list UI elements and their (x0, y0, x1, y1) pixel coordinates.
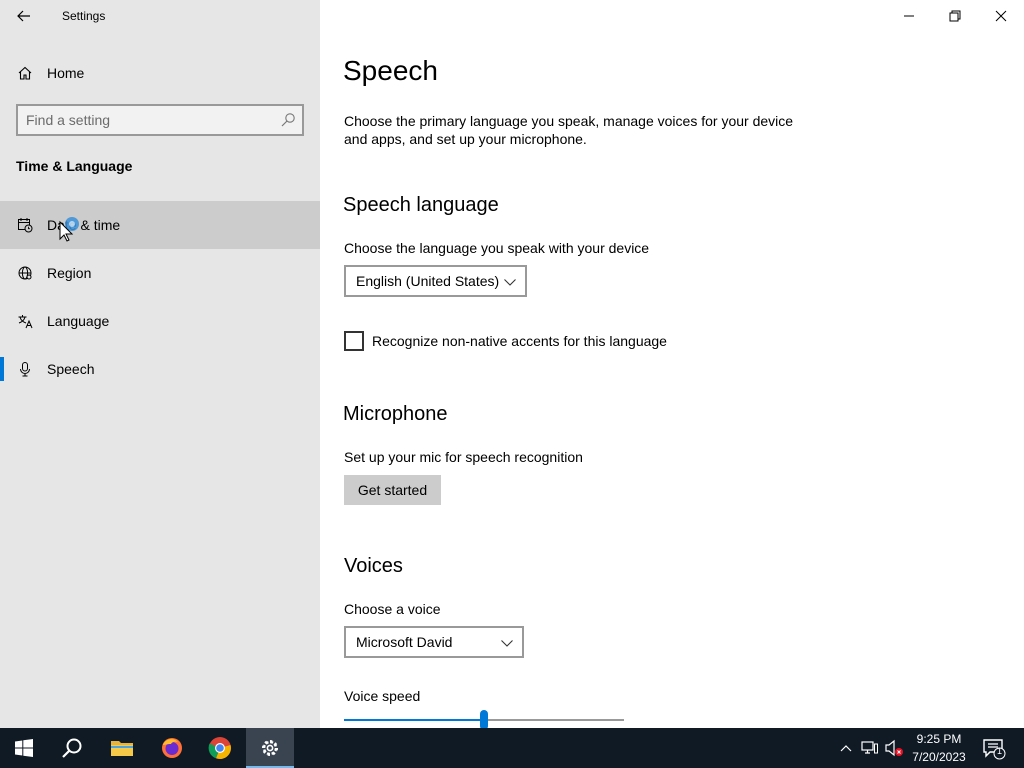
speech-language-prompt: Choose the language you speak with your … (344, 240, 650, 256)
settings-gear-icon (261, 739, 279, 757)
taskbar-search-button[interactable] (48, 728, 96, 768)
page-description: Choose the primary language you speak, m… (344, 113, 794, 147)
chrome-icon (208, 737, 231, 760)
settings-window: Settings Home Time & Language Date & tim… (0, 0, 1024, 728)
dropdown-value: Microsoft David (356, 634, 453, 650)
slider-fill (344, 719, 484, 721)
checkbox-label: Recognize non-native accents for this la… (372, 333, 667, 349)
search-box (16, 104, 304, 136)
chevron-up-icon (840, 745, 852, 752)
close-button[interactable] (978, 0, 1024, 32)
minimize-icon (904, 15, 914, 17)
non-native-accents-option: Recognize non-native accents for this la… (344, 331, 667, 351)
restore-button[interactable] (932, 0, 978, 32)
sidebar-item-language[interactable]: Language (0, 297, 320, 345)
volume-button[interactable] (884, 738, 904, 758)
show-hidden-icons-button[interactable] (836, 738, 856, 758)
home-icon (16, 64, 34, 82)
taskbar-clock[interactable]: 9:25 PM 7/20/2023 (906, 730, 972, 766)
voice-speed-label: Voice speed (344, 688, 421, 704)
microphone-heading: Microphone (343, 403, 448, 425)
start-button[interactable] (0, 728, 48, 768)
get-started-button[interactable]: Get started (344, 475, 441, 505)
microphone-icon (16, 360, 34, 378)
speech-language-heading: Speech language (343, 194, 499, 216)
sidebar: Settings Home Time & Language Date & tim… (0, 0, 320, 728)
volume-muted-icon (885, 739, 903, 757)
sidebar-item-home[interactable]: Home (0, 49, 320, 97)
taskbar-firefox[interactable] (148, 728, 196, 768)
taskbar-settings[interactable] (246, 728, 294, 768)
chevron-down-icon (503, 275, 517, 287)
non-native-accents-checkbox[interactable] (344, 331, 364, 351)
globe-icon (16, 264, 34, 282)
taskbar-file-explorer[interactable] (98, 728, 146, 768)
restore-icon (949, 10, 961, 22)
taskbar: 9:25 PM 7/20/2023 1 (0, 728, 1024, 768)
sidebar-item-label: Language (47, 313, 110, 329)
network-icon (861, 741, 878, 754)
voice-speed-slider[interactable] (344, 708, 624, 728)
network-status-button[interactable] (860, 738, 880, 758)
sidebar-home-label: Home (47, 65, 85, 81)
action-center-button[interactable]: 1 (982, 736, 1006, 760)
back-arrow-icon (17, 10, 30, 22)
sidebar-item-region[interactable]: Region (0, 249, 320, 297)
file-explorer-icon (111, 741, 133, 756)
notification-count: 1 (996, 746, 1002, 756)
clock-date: 7/20/2023 (912, 750, 966, 764)
speech-language-dropdown[interactable]: English (United States) (344, 265, 527, 297)
minimize-button[interactable] (886, 0, 932, 32)
microphone-prompt: Set up your mic for speech recognition (344, 449, 583, 465)
calendar-clock-icon (16, 216, 34, 234)
taskbar-chrome[interactable] (196, 728, 244, 768)
sidebar-item-label: Region (47, 265, 92, 281)
main-content: Speech Choose the primary language you s… (320, 0, 1024, 728)
windows-start-icon (15, 739, 33, 757)
selection-indicator (0, 357, 4, 381)
voice-dropdown[interactable]: Microsoft David (344, 626, 524, 658)
sidebar-item-speech[interactable]: Speech (0, 345, 320, 393)
search-icon[interactable] (280, 112, 296, 128)
page-title: Speech (343, 55, 438, 86)
slider-thumb[interactable] (480, 710, 488, 728)
sidebar-item-label: Speech (47, 361, 95, 377)
sidebar-item-date-time[interactable]: Date & time (0, 201, 320, 249)
dropdown-value: English (United States) (356, 273, 500, 289)
chevron-down-icon (500, 636, 514, 648)
back-button[interactable] (10, 4, 38, 28)
firefox-icon (162, 738, 182, 758)
voices-heading: Voices (344, 555, 403, 577)
clock-time: 9:25 PM (916, 732, 962, 746)
section-label: Time & Language (16, 158, 133, 174)
language-icon (16, 312, 34, 330)
close-icon (995, 10, 1007, 22)
search-input[interactable] (26, 106, 276, 134)
choose-voice-prompt: Choose a voice (344, 601, 441, 617)
search-icon (62, 738, 82, 758)
app-title: Settings (62, 9, 106, 23)
mouse-cursor-icon (58, 216, 98, 246)
